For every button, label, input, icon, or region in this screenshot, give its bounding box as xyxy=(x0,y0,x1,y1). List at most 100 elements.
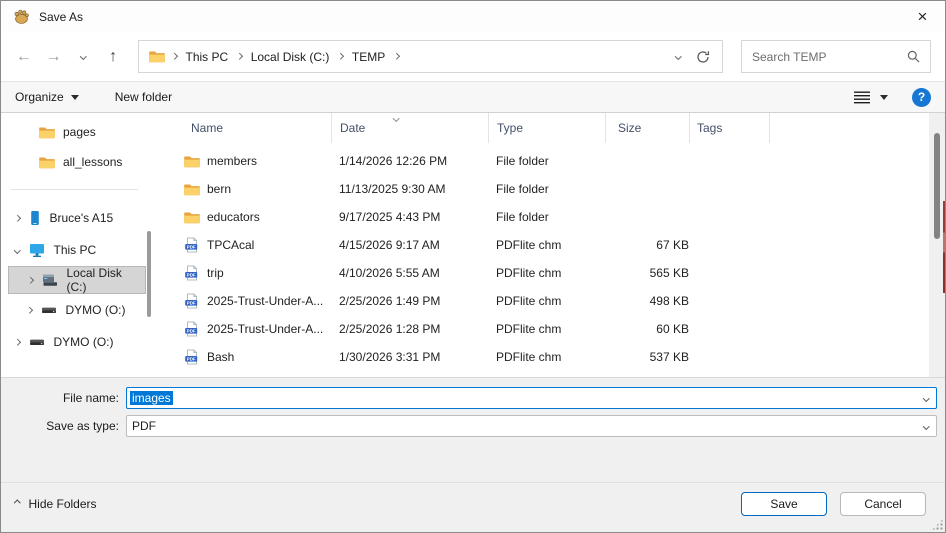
folder-icon xyxy=(184,155,200,168)
table-row[interactable]: PDF 2025-Trust-Under-A... 2/25/2026 1:49 … xyxy=(176,287,945,315)
view-options-dropdown-icon[interactable] xyxy=(880,95,888,100)
column-header-type[interactable]: Type xyxy=(488,113,605,143)
up-icon[interactable]: ↑ xyxy=(100,43,126,71)
sidebar-item-pages[interactable]: pages xyxy=(1,117,158,147)
new-folder-button[interactable]: New folder xyxy=(115,90,172,104)
svg-text:PDF: PDF xyxy=(187,328,196,333)
file-name-dropdown-icon[interactable] xyxy=(923,395,929,401)
help-button[interactable]: ? xyxy=(912,88,931,107)
save-as-type-dropdown-icon[interactable] xyxy=(923,423,929,429)
file-name-label: File name: xyxy=(1,391,126,405)
file-date: 9/17/2025 4:43 PM xyxy=(331,210,488,224)
sidebar-item-local-disk-c[interactable]: Local Disk (C:) xyxy=(8,266,146,294)
dialog-footer: Hide Folders Save Cancel xyxy=(1,482,945,532)
address-bar[interactable]: This PC Local Disk (C:) TEMP xyxy=(138,40,723,73)
pdf-file-icon: PDF xyxy=(184,349,200,365)
sidebar-item-label: This PC xyxy=(54,243,97,257)
breadcrumb-chevron-icon xyxy=(171,53,177,59)
breadcrumb-this-pc[interactable]: This PC xyxy=(180,50,235,64)
file-name: educators xyxy=(207,210,260,224)
column-header-date[interactable]: Date xyxy=(331,113,488,143)
svg-text:PDF: PDF xyxy=(187,272,196,277)
recent-locations-chevron-icon[interactable] xyxy=(71,43,97,71)
file-name-value: images xyxy=(130,391,173,405)
chevron-up-icon xyxy=(14,500,20,506)
breadcrumb-local-disk[interactable]: Local Disk (C:) xyxy=(245,50,336,64)
folder-icon xyxy=(39,156,55,169)
table-row[interactable]: bern 11/13/2025 9:30 AM File folder xyxy=(176,175,945,203)
file-date: 2/25/2026 1:49 PM xyxy=(331,294,488,308)
breadcrumb-chevron-icon xyxy=(236,53,242,59)
search-input[interactable] xyxy=(752,50,907,64)
main-content: pages all_lessons Bruce's A15 This PC Lo xyxy=(1,113,945,377)
save-button[interactable]: Save xyxy=(741,492,827,516)
file-type: File folder xyxy=(488,210,605,224)
hide-folders-button[interactable]: Hide Folders xyxy=(15,497,97,511)
pdf-file-icon: PDF xyxy=(184,237,200,253)
expand-chevron-icon[interactable] xyxy=(14,215,20,221)
refresh-icon[interactable] xyxy=(696,50,710,64)
cancel-button[interactable]: Cancel xyxy=(840,492,926,516)
expand-chevron-icon[interactable] xyxy=(14,339,20,345)
drive-icon xyxy=(41,305,57,316)
table-row[interactable]: PDFtrip 4/10/2026 5:55 AM PDFlite chm 56… xyxy=(176,259,945,287)
sidebar-item-bruces-a15[interactable]: Bruce's A15 xyxy=(1,202,158,234)
pdf-file-icon: PDF xyxy=(184,321,200,337)
sidebar-item-all-lessons[interactable]: all_lessons xyxy=(1,147,158,177)
file-type: PDFlite chm xyxy=(488,350,605,364)
search-box xyxy=(741,40,931,73)
background-window-sliver xyxy=(943,201,945,293)
expand-chevron-icon[interactable] xyxy=(27,277,33,283)
collapse-chevron-icon[interactable] xyxy=(14,247,20,253)
file-date: 11/13/2025 9:30 AM xyxy=(331,182,488,196)
file-type: File folder xyxy=(488,154,605,168)
file-size: 537 KB xyxy=(605,350,689,364)
file-name: 2025-Trust-Under-A... xyxy=(207,294,323,308)
table-row[interactable]: educators 9/17/2025 4:43 PM File folder xyxy=(176,203,945,231)
scrollbar-thumb[interactable] xyxy=(934,133,940,239)
expand-chevron-icon[interactable] xyxy=(26,307,32,313)
forward-icon[interactable]: → xyxy=(41,43,67,71)
organize-button[interactable]: Organize xyxy=(15,90,79,104)
view-options-icon[interactable] xyxy=(854,91,870,104)
sidebar-scrollbar[interactable] xyxy=(147,231,151,317)
file-name: bern xyxy=(207,182,231,196)
table-row[interactable]: members 1/14/2026 12:26 PM File folder xyxy=(176,147,945,175)
close-icon[interactable]: × xyxy=(900,1,945,32)
file-date: 2/25/2026 1:28 PM xyxy=(331,322,488,336)
sidebar-item-dymo-o-2[interactable]: DYMO (O:) xyxy=(1,326,158,358)
address-folder-icon xyxy=(149,50,165,63)
command-toolbar: Organize New folder ? xyxy=(1,82,945,113)
folder-icon xyxy=(39,126,55,139)
column-header-tags[interactable]: Tags xyxy=(689,113,769,143)
hide-folders-label: Hide Folders xyxy=(29,497,97,511)
svg-text:PDF: PDF xyxy=(187,244,196,249)
sidebar-item-label: DYMO (O:) xyxy=(66,303,126,317)
navigation-bar: ← → ↑ This PC Local Disk (C:) TEMP xyxy=(1,32,945,82)
sidebar-item-dymo-o-1[interactable]: DYMO (O:) xyxy=(1,294,158,326)
file-name: Bash xyxy=(207,350,234,364)
folder-icon xyxy=(184,211,200,224)
file-name-input[interactable]: images xyxy=(126,387,937,409)
pdf-file-icon: PDF xyxy=(184,265,200,281)
address-dropdown-icon[interactable] xyxy=(675,53,681,59)
sidebar-item-label: Bruce's A15 xyxy=(50,211,114,225)
pdf-file-icon: PDF xyxy=(184,293,200,309)
navigation-pane: pages all_lessons Bruce's A15 This PC Lo xyxy=(1,113,158,377)
search-icon[interactable] xyxy=(907,50,920,63)
sidebar-item-label: pages xyxy=(63,125,96,139)
file-size: 498 KB xyxy=(605,294,689,308)
table-row[interactable]: PDFBash 1/30/2026 3:31 PM PDFlite chm 53… xyxy=(176,343,945,371)
column-header-name[interactable]: Name xyxy=(184,113,331,143)
app-icon xyxy=(13,8,31,26)
save-as-type-select[interactable]: PDF xyxy=(126,415,937,437)
file-type: PDFlite chm xyxy=(488,266,605,280)
breadcrumb-chevron-icon xyxy=(393,53,399,59)
table-row[interactable]: PDF2025-Trust-Under-A... 2/25/2026 1:28 … xyxy=(176,315,945,343)
breadcrumb-temp[interactable]: TEMP xyxy=(346,50,391,64)
column-header-size[interactable]: Size xyxy=(605,113,689,143)
column-headers: Name Date Type Size Tags xyxy=(176,113,945,143)
sidebar-item-this-pc[interactable]: This PC xyxy=(1,234,158,266)
table-row[interactable]: PDFTPCAcal 4/15/2026 9:17 AM PDFlite chm… xyxy=(176,231,945,259)
back-icon[interactable]: ← xyxy=(11,43,37,71)
